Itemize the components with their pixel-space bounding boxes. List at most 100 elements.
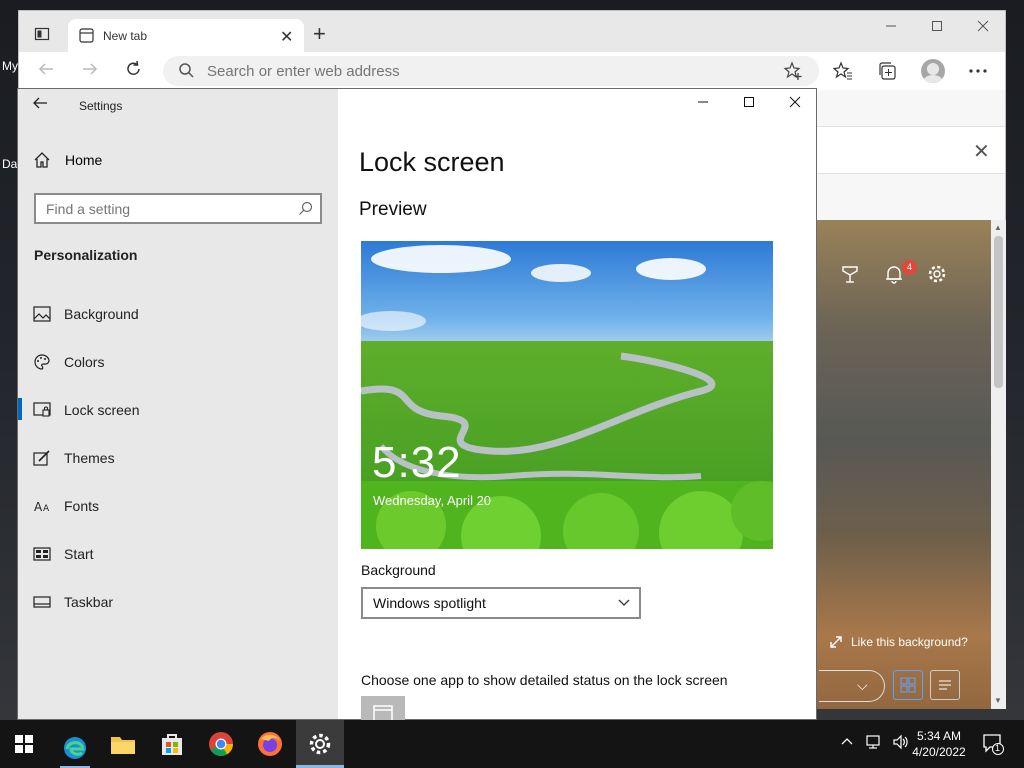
like-background-button[interactable]: Like this background? [829,635,968,649]
minimize-button[interactable] [879,19,903,43]
find-setting-input[interactable] [46,200,286,218]
close-icon [789,96,801,108]
svg-text:A: A [43,504,50,514]
favorites-button[interactable] [832,60,854,82]
calendar-app-button[interactable] [361,696,405,722]
start-button[interactable] [9,729,39,759]
minimize-icon [698,101,708,103]
settings-window: Settings Home Personalization Background… [17,88,817,722]
settings-and-more-button[interactable] [967,60,989,82]
nav-item-label: Taskbar [64,594,114,610]
close-icon [977,20,989,32]
expand-icon [830,636,842,648]
refresh-button[interactable] [123,60,145,82]
grid-layout-button[interactable] [893,670,923,700]
gear-icon [309,733,331,755]
address-input[interactable] [207,60,767,82]
infobar-close-button[interactable]: ✕ [973,139,990,164]
calendar-icon [373,705,393,722]
page-scrollbar[interactable]: ▲ ▼ [991,220,1006,709]
arrow-right-icon [83,63,98,75]
taskbar-clock[interactable]: 5:34 AM 4/20/2022 [904,728,974,760]
nav-item-colors[interactable]: Colors [18,342,338,382]
favorites-icon [833,61,852,80]
list-layout-button[interactable] [930,670,960,700]
taskbar-icon [33,596,51,608]
browser-tab[interactable]: New tab ✕ [68,19,304,52]
settings-back-button[interactable] [32,95,48,116]
bell-icon[interactable] [884,264,904,284]
collections-button[interactable] [876,60,898,82]
chevron-up-icon[interactable] [840,734,854,748]
edge-icon [64,736,86,759]
address-bar[interactable] [163,56,819,86]
tab-actions-button[interactable] [27,22,57,46]
minimize-icon [886,25,896,27]
nav-item-lock-screen[interactable]: Lock screen [18,390,338,430]
rewards-icon[interactable] [840,264,860,284]
arrow-left-icon [38,63,53,75]
settings-maximize-button[interactable] [734,95,764,119]
new-tab-button[interactable]: + [313,23,326,45]
find-setting-box[interactable] [34,193,322,224]
picture-icon [33,306,51,322]
add-favorite-icon[interactable] [783,61,803,81]
grid-icon [900,677,916,693]
nav-item-background[interactable]: Background [18,294,338,334]
background-dropdown[interactable]: Windows spotlight [361,587,641,619]
content-dropdown[interactable]: ⌵ [819,670,885,702]
page-title: Lock screen [359,147,505,177]
firefox-icon [258,732,282,756]
taskbar: 5:34 AM 4/20/2022 1 [0,720,1024,768]
back-button[interactable] [35,60,57,82]
taskbar-settings-button[interactable] [296,720,344,768]
maximize-icon [744,97,754,107]
home-icon [34,152,50,168]
lock-screen-preview: 5:32 Wednesday, April 20 [361,241,773,549]
arrow-left-icon [33,97,47,109]
background-label: Background [361,562,436,578]
taskbar-firefox-button[interactable] [255,729,285,759]
chevron-down-icon [618,599,630,606]
preview-date: Wednesday, April 20 [373,493,492,508]
taskbar-store-button[interactable] [157,729,187,759]
nav-item-label: Background [64,306,139,322]
gear-icon[interactable] [927,264,947,284]
tab-title: New tab [103,29,148,43]
scroll-up-icon[interactable]: ▲ [994,223,1002,232]
more-dots-icon [969,69,987,73]
nav-item-themes[interactable]: Themes [18,438,338,478]
taskbar-chrome-button[interactable] [206,729,236,759]
maximize-button[interactable] [925,19,949,43]
settings-minimize-button[interactable] [688,95,718,119]
collections-icon [879,62,896,80]
section-title: Personalization [34,247,138,263]
palette-icon [34,354,50,370]
action-center-button[interactable]: 1 [982,733,1004,760]
scroll-down-icon[interactable]: ▼ [994,696,1002,705]
nav-item-taskbar[interactable]: Taskbar [18,582,338,622]
network-icon[interactable] [864,734,882,750]
nav-item-fonts[interactable]: AA Fonts [18,486,338,526]
new-tab-page-icon [79,28,94,43]
desktop-icon-label[interactable]: Da [2,157,17,171]
font-icon: AA [34,500,50,514]
taskbar-edge-button[interactable] [60,729,90,768]
like-background-label: Like this background? [851,635,968,649]
brush-icon [33,450,50,466]
scrollbar-thumb[interactable] [994,236,1003,388]
nav-item-start[interactable]: Start [18,534,338,574]
settings-close-button[interactable] [780,95,810,119]
nav-home[interactable]: Home [33,151,102,169]
notification-icon [983,734,1004,755]
close-tab-button[interactable]: ✕ [280,27,293,47]
preview-heading: Preview [359,199,427,220]
app-status-label: Choose one app to show detailed status o… [361,672,728,688]
profile-avatar[interactable] [921,59,945,83]
refresh-icon [127,60,140,75]
desktop-icon-label[interactable]: My [2,59,18,73]
taskbar-file-explorer-button[interactable] [108,729,138,759]
forward-button[interactable] [79,60,101,82]
close-window-button[interactable] [971,19,995,43]
preview-time: 5:32 [372,438,462,487]
